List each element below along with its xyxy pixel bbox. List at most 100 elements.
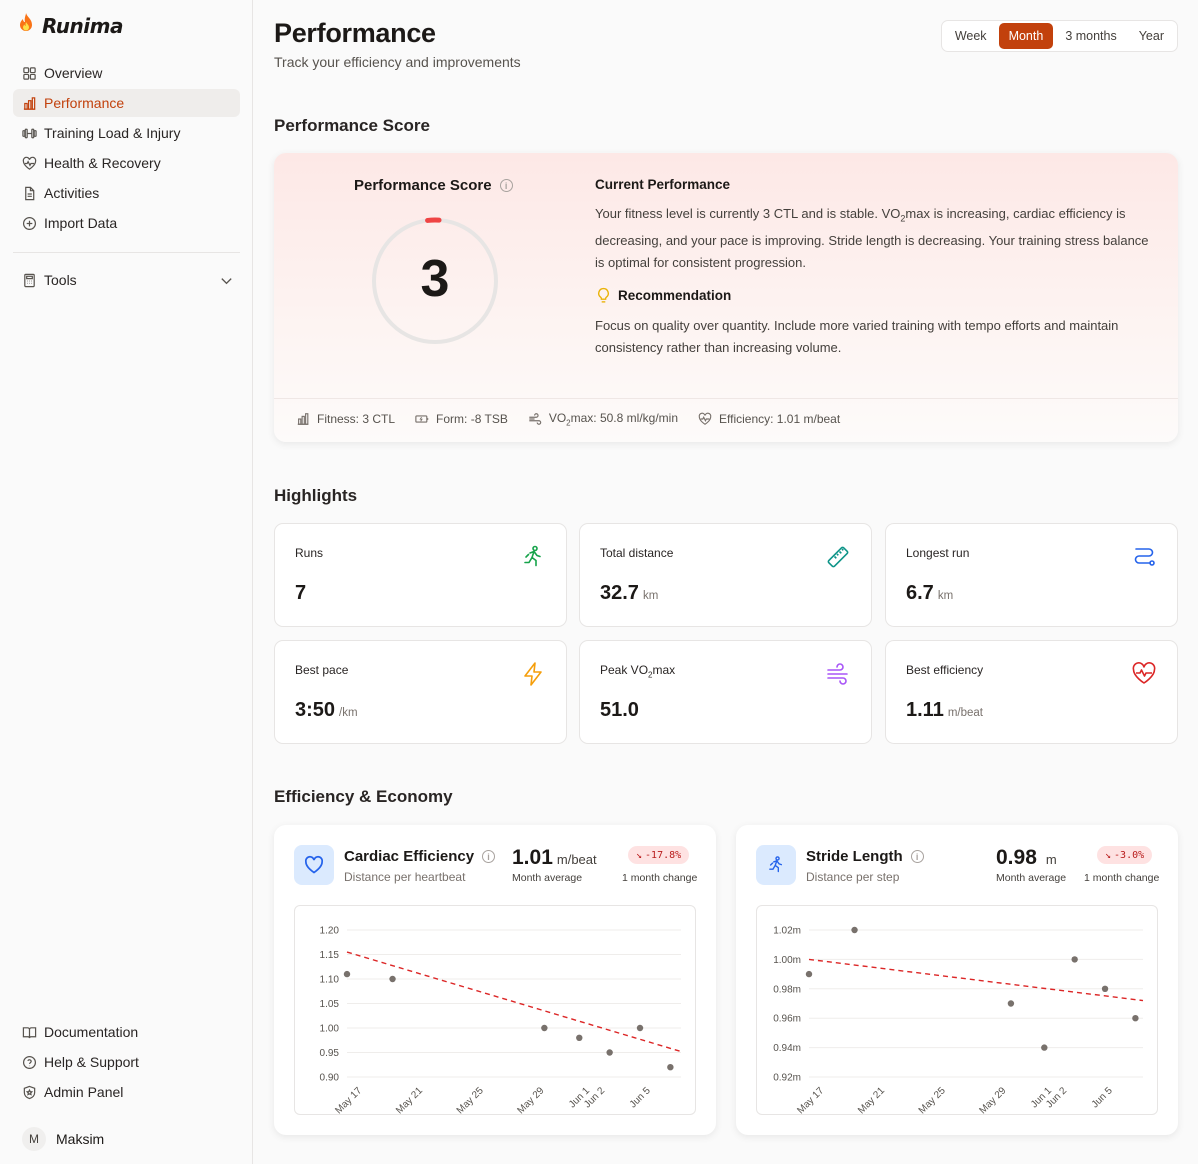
score-value: 3: [420, 250, 450, 308]
info-icon[interactable]: i: [910, 850, 924, 863]
nav-item-import-data[interactable]: Import Data: [13, 209, 240, 237]
cardiac-efficiency-chart: 1.20 1.15 1.10 1.05 1.00 0.95 0.90 May 17 May 21…: [294, 905, 696, 1116]
current-performance-text: Your fitness level is currently 3 CTL an…: [595, 206, 1149, 270]
brand[interactable]: Runima: [16, 12, 123, 39]
tools-label: Tools: [44, 272, 77, 288]
range-month-button[interactable]: Month: [998, 23, 1054, 49]
sidebar: Runima Overview Performance Training Loa…: [0, 0, 253, 1164]
x-tick-label: May 17: [795, 1085, 826, 1116]
data-point: [576, 1034, 583, 1041]
lightning-icon: [524, 662, 542, 686]
stride-average: 0.98 m: [996, 846, 1057, 869]
highlight-total-distance: Total distance 32.7 km: [579, 523, 872, 627]
highlight-runs: Runs 7: [274, 523, 567, 627]
y-tick-label: 1.00: [320, 1024, 340, 1035]
score-title-text: Performance Score: [354, 177, 492, 194]
info-icon[interactable]: i: [499, 179, 513, 192]
y-tick-label: 0.95: [320, 1048, 340, 1059]
score-title: Performance Score i: [354, 177, 513, 194]
data-point: [1071, 956, 1078, 963]
recommendation-text: Focus on quality over quantity. Include …: [595, 318, 1119, 355]
y-tick-label: 1.20: [320, 926, 340, 937]
heart-icon: [294, 845, 334, 885]
y-tick-label: 1.00m: [773, 955, 801, 966]
main-nav: Overview Performance Training Load & Inj…: [13, 59, 240, 239]
file-icon: [25, 186, 35, 200]
stride-subtitle: Distance per step: [806, 870, 900, 884]
x-tick-label: May 29: [978, 1085, 1009, 1116]
help-circle-icon: [22, 1055, 37, 1069]
page-subtitle: Track your efficiency and improvements: [274, 54, 521, 70]
flame-icon: [16, 12, 36, 39]
running-person-icon: [524, 545, 541, 567]
x-tick-label: May 25: [917, 1085, 948, 1116]
nav-label: Health & Recovery: [44, 155, 161, 171]
calculator-icon: [24, 273, 35, 287]
stride-change-badge: ↘ -3.0%: [1097, 846, 1153, 864]
cardiac-average: 1.01 m/beat: [512, 846, 597, 869]
nav-label: Training Load & Injury: [44, 125, 181, 141]
performance-section-title: Performance Score: [274, 116, 430, 135]
ruler-icon: [827, 546, 849, 568]
y-tick-label: 0.96m: [773, 1014, 801, 1025]
cardiac-subtitle: Distance per heartbeat: [344, 870, 466, 884]
data-point: [1041, 1044, 1048, 1051]
stat-efficiency: Efficiency: 1.01 m/beat: [698, 411, 840, 427]
bottom-nav: Documentation Help & Support Admin Panel: [13, 1018, 240, 1108]
nav-item-overview[interactable]: Overview: [13, 59, 240, 87]
bar-chart-icon: [297, 413, 309, 426]
user-menu[interactable]: M Maksim: [22, 1127, 104, 1151]
current-performance-title: Current Performance: [595, 177, 731, 192]
range-year-button[interactable]: Year: [1129, 23, 1174, 49]
stride-change-label: 1 month change: [1084, 872, 1160, 884]
x-tick-label: May 21: [394, 1085, 425, 1116]
bar-chart-icon: [23, 96, 36, 110]
stride-title: Stride Length: [806, 848, 903, 865]
x-tick-label: May 21: [856, 1085, 887, 1116]
performance-score-card: Performance Score i 3 Current Performanc…: [274, 153, 1178, 442]
cardiac-change-label: 1 month change: [622, 872, 698, 884]
data-point: [389, 975, 396, 983]
data-point: [805, 970, 813, 978]
nav-label: Help & Support: [44, 1054, 139, 1070]
stride-length-card: Stride Length i Distance per step 0.98 m …: [736, 825, 1178, 1135]
trend-line: [808, 958, 1144, 1002]
data-point: [606, 1049, 613, 1056]
tools-toggle[interactable]: Tools: [13, 266, 240, 294]
x-tick-label: May 25: [455, 1085, 486, 1116]
nav-item-training-load[interactable]: Training Load & Injury: [13, 119, 240, 147]
tools-section: Tools: [13, 266, 240, 296]
route-icon: [1134, 548, 1155, 566]
page-title: Performance: [274, 18, 436, 48]
nav-item-performance[interactable]: Performance: [13, 89, 240, 117]
stat-vo2max: VO2max: 50.8 ml/kg/min: [528, 411, 678, 427]
heart-pulse-icon: [698, 412, 712, 426]
nav-item-activities[interactable]: Activities: [13, 179, 240, 207]
cardiac-efficiency-card: Cardiac Efficiency i Distance per heartb…: [274, 825, 716, 1135]
stride-average-label: Month average: [996, 872, 1067, 884]
lightbulb-icon: [598, 287, 609, 303]
nav-item-health-recovery[interactable]: Health & Recovery: [13, 149, 240, 177]
avatar: M: [22, 1127, 46, 1151]
heart-pulse-icon: [22, 156, 37, 170]
data-point: [1007, 1000, 1015, 1007]
nav-item-documentation[interactable]: Documentation: [13, 1018, 240, 1046]
y-tick-label: 0.98m: [773, 984, 801, 995]
data-point: [343, 970, 351, 978]
range-3-months-button[interactable]: 3 months: [1055, 23, 1126, 49]
wind-icon: [529, 413, 542, 425]
nav-item-admin-panel[interactable]: Admin Panel: [13, 1078, 240, 1106]
data-point: [636, 1024, 644, 1032]
info-icon[interactable]: i: [482, 850, 496, 863]
sidebar-divider: [13, 252, 240, 253]
nav-label: Performance: [44, 95, 125, 111]
data-point: [1132, 1015, 1139, 1022]
y-tick-label: 0.90: [320, 1073, 340, 1084]
nav-label: Import Data: [44, 215, 118, 231]
book-icon: [22, 1026, 37, 1038]
chart-svg: 1.20 1.15 1.10 1.05 1.00 0.95 0.90May 17 May 21…: [320, 926, 682, 1116]
nav-item-help-support[interactable]: Help & Support: [13, 1048, 240, 1076]
range-week-button[interactable]: Week: [945, 23, 997, 49]
stat-fitness: Fitness: 3 CTL: [296, 411, 395, 427]
shield-icon: [23, 1085, 36, 1099]
